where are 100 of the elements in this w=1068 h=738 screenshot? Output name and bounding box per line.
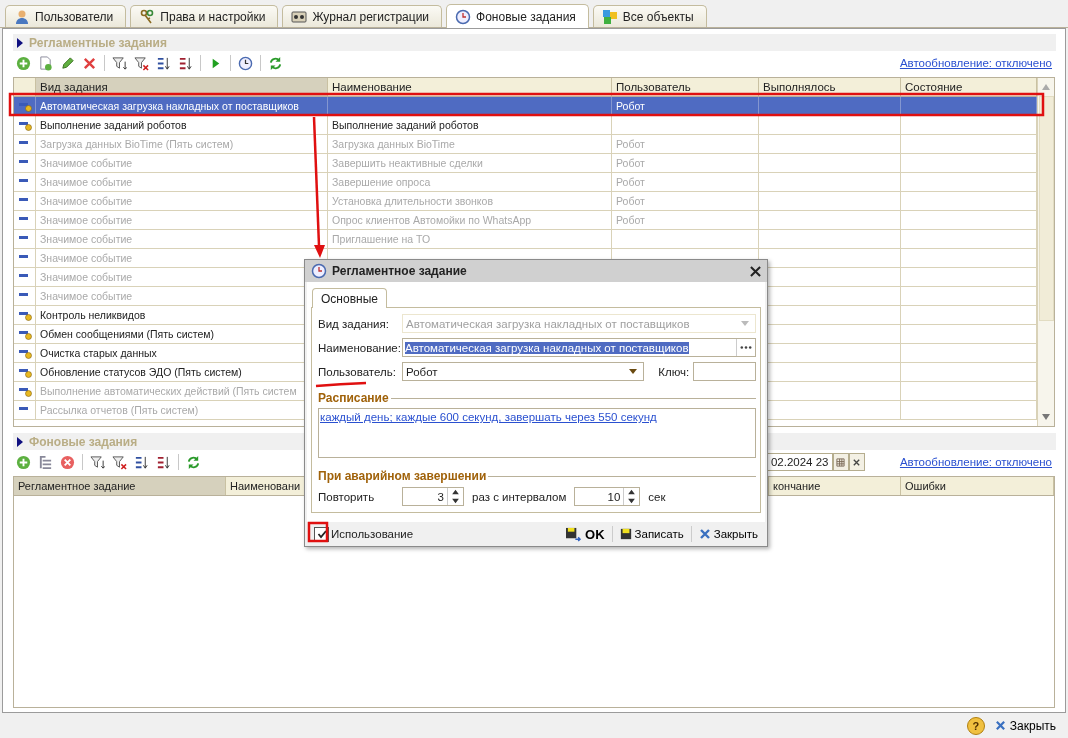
- column-header[interactable]: кончание: [769, 477, 901, 495]
- close-icon[interactable]: [750, 265, 761, 277]
- expand-icon: [17, 37, 23, 48]
- underline-mark: [315, 381, 367, 388]
- autoupdate-link[interactable]: Автообновление: отключено: [899, 57, 1052, 69]
- field-label: Ключ:: [658, 365, 691, 378]
- save-button[interactable]: Записать: [616, 526, 687, 542]
- table-cell: Обновление статусов ЭДО (Пять систем): [40, 366, 242, 378]
- table-cell: Выполнение автоматических действий (Пять систем: [40, 385, 297, 397]
- sort-descending-icon[interactable]: [178, 55, 193, 71]
- help-icon[interactable]: ?: [966, 716, 985, 735]
- add-icon[interactable]: [16, 454, 31, 470]
- close-button[interactable]: Закрыть: [990, 716, 1060, 735]
- floppy-icon: [619, 528, 632, 540]
- table-cell: Значимое событие: [40, 157, 133, 169]
- tab[interactable]: Пользователи: [5, 5, 127, 27]
- field-label: Повторить: [318, 490, 376, 503]
- section-title: Регламентные задания: [29, 35, 167, 50]
- refresh-icon[interactable]: [186, 454, 201, 470]
- delete-icon[interactable]: [82, 55, 97, 71]
- column-header[interactable]: Наименование: [328, 78, 612, 96]
- highlight-frame: [307, 521, 329, 543]
- filter-icon[interactable]: [90, 454, 105, 470]
- close-button[interactable]: Закрыть: [695, 526, 761, 542]
- scroll-down-icon[interactable]: [1041, 413, 1051, 421]
- user-dropdown[interactable]: Робот: [402, 362, 645, 381]
- field-label: Вид задания:: [318, 317, 390, 330]
- person-icon: [14, 8, 30, 25]
- delete-icon[interactable]: [60, 454, 75, 470]
- table-cell: Завершение опроса: [332, 176, 431, 188]
- tab[interactable]: Журнал регистрации: [282, 5, 443, 27]
- scrollbar[interactable]: [1037, 78, 1054, 426]
- key-field[interactable]: [693, 362, 756, 381]
- copy-icon[interactable]: [38, 55, 53, 71]
- clock-icon: [311, 263, 327, 279]
- group-title: При аварийном завершении: [318, 469, 487, 483]
- tab[interactable]: Основные: [312, 288, 387, 308]
- table-cell: Робот: [616, 195, 645, 207]
- name-field[interactable]: Автоматическая загрузка накладных от поставщиков: [402, 338, 756, 357]
- section-title: Фоновые задания: [29, 434, 138, 449]
- table-cell: Робот: [616, 176, 645, 188]
- tab[interactable]: Все объекты: [592, 5, 707, 27]
- interval-field[interactable]: 10: [574, 487, 641, 506]
- checkbox-label: Использование: [331, 528, 414, 540]
- table-cell: Робот: [616, 138, 645, 150]
- refresh-icon[interactable]: [268, 55, 283, 71]
- table-cell: Обмен сообщениями (Пять систем): [40, 328, 215, 340]
- table-cell: Завершить неактивные сделки: [332, 157, 483, 169]
- table-cell: Опрос клиентов Автомойки по WhatsApp: [332, 214, 532, 226]
- table-cell: Значимое событие: [40, 176, 133, 188]
- clear-icon: [852, 457, 862, 467]
- table-cell: Значимое событие: [40, 233, 133, 245]
- scroll-thumb[interactable]: [1038, 96, 1054, 321]
- filter-clear-icon[interactable]: [112, 454, 127, 470]
- column-header[interactable]: Регламентное задание: [14, 477, 226, 495]
- column-header[interactable]: Ошибки: [901, 477, 1054, 495]
- filter-icon[interactable]: [112, 55, 127, 71]
- schedule-link[interactable]: каждый день; каждые 600 секунд, завершать через 550 секунд: [320, 411, 657, 423]
- tab[interactable]: Фоновые задания: [446, 4, 589, 28]
- field-label: Наименование:: [318, 341, 402, 354]
- table-cell: Значимое событие: [40, 271, 133, 283]
- table-cell: Очистка старых данных: [40, 347, 157, 359]
- scroll-up-icon[interactable]: [1041, 83, 1051, 91]
- table-cell: Установка длительности звонков: [332, 195, 493, 207]
- table-cell: Контроль неликвидов: [40, 309, 146, 321]
- sort-ascending-icon[interactable]: [134, 454, 149, 470]
- table-cell: Выполнение заданий роботов: [332, 119, 479, 131]
- column-header[interactable]: Выполнялось: [759, 78, 901, 96]
- table-cell: Выполнение заданий роботов: [40, 119, 187, 131]
- ok-button[interactable]: OK: [562, 524, 608, 544]
- hierarchy-icon[interactable]: [38, 454, 53, 470]
- tab[interactable]: Права и настройки: [130, 5, 279, 27]
- table-cell: Загрузка данных BioTime (Пять систем): [40, 138, 234, 150]
- close-icon: [994, 720, 1006, 731]
- expand-icon: [17, 436, 23, 447]
- field-label: Пользователь:: [318, 365, 397, 378]
- sort-ascending-icon[interactable]: [156, 55, 171, 71]
- blocks-icon: [601, 8, 618, 25]
- table-cell: Значимое событие: [40, 252, 133, 264]
- keys-icon: [139, 8, 156, 25]
- table-cell: Значимое событие: [40, 195, 133, 207]
- table-cell: Робот: [616, 157, 645, 169]
- table-cell: Значимое событие: [40, 290, 133, 302]
- table-cell: Робот: [616, 100, 645, 112]
- table-cell: Рассылка отчетов (Пять систем): [40, 404, 199, 416]
- pencil-icon[interactable]: [60, 55, 75, 71]
- table-cell: Приглашение на ТО: [332, 233, 431, 245]
- filter-clear-icon[interactable]: [134, 55, 149, 71]
- repeat-count-field[interactable]: 3: [402, 487, 464, 506]
- sort-descending-icon[interactable]: [156, 454, 171, 470]
- table-cell: Автоматическая загрузка накладных от поставщиков: [40, 100, 299, 112]
- table-cell: Робот: [616, 214, 645, 226]
- clock-icon[interactable]: [238, 55, 253, 71]
- add-icon[interactable]: [16, 55, 31, 71]
- clock-icon: [455, 8, 472, 25]
- table-cell: Значимое событие: [40, 214, 133, 226]
- check-icon: [316, 529, 327, 539]
- table-row[interactable]: Выполнение заданий роботов Выполнение заданий роботов: [14, 116, 1037, 135]
- autoupdate-link[interactable]: Автообновление: отключено: [899, 456, 1052, 468]
- column-header[interactable]: Пользователь: [612, 78, 759, 96]
